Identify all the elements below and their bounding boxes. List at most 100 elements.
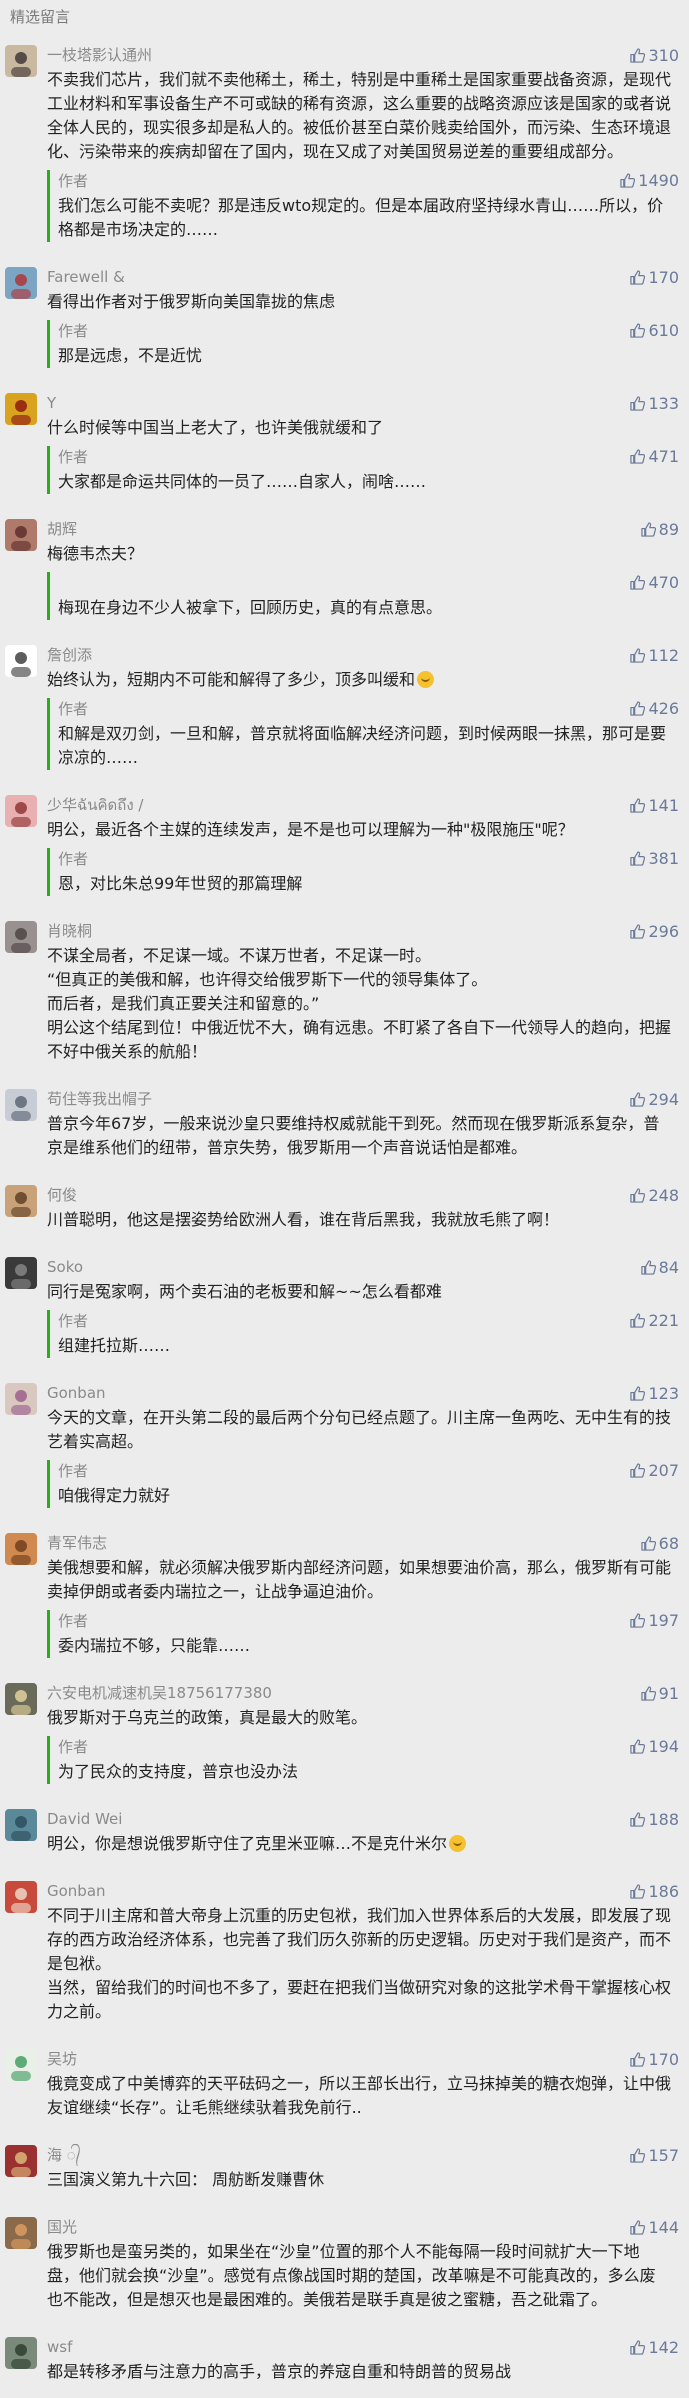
avatar[interactable]	[5, 1383, 37, 1415]
reply-like-button[interactable]: 470	[630, 572, 679, 594]
reply-like-button[interactable]: 221	[630, 1310, 679, 1332]
commenter-name[interactable]: Gonban	[47, 1880, 671, 1902]
thumbs-up-icon[interactable]	[640, 1685, 656, 1707]
thumbs-up-icon[interactable]	[630, 700, 646, 722]
commenter-name[interactable]: 胡辉	[47, 518, 671, 540]
like-button[interactable]: 133	[630, 393, 679, 415]
thumbs-up-icon[interactable]	[630, 1462, 646, 1484]
thumbs-up-icon[interactable]	[630, 1883, 646, 1905]
like-button[interactable]: 141	[630, 795, 679, 817]
commenter-name[interactable]: Farewell &	[47, 266, 671, 288]
thumbs-up-icon[interactable]	[640, 1535, 656, 1557]
thumbs-up-icon[interactable]	[630, 647, 646, 669]
like-button[interactable]: 144	[630, 2217, 679, 2239]
like-button[interactable]: 91	[640, 1683, 679, 1707]
like-button[interactable]: 310	[630, 45, 679, 67]
text-body: 始终认为，短期内不可能和解得了多少，顶多叫缓和	[47, 670, 416, 689]
like-button[interactable]: 84	[640, 1257, 679, 1281]
like-button[interactable]: 112	[630, 645, 679, 667]
thumbs-up-icon[interactable]	[630, 574, 646, 596]
avatar[interactable]	[5, 2049, 37, 2081]
comment-text: 三国演义第九十六回： 周舫断发赚曹休	[47, 2168, 671, 2192]
thumbs-up-icon[interactable]	[630, 1811, 646, 1833]
like-button[interactable]: 186	[630, 1881, 679, 1903]
commenter-name[interactable]: 肖晓桐	[47, 920, 671, 942]
thumbs-up-icon[interactable]	[630, 2051, 646, 2073]
like-button[interactable]: 188	[630, 1809, 679, 1831]
avatar[interactable]	[5, 1185, 37, 1217]
avatar[interactable]	[5, 2145, 37, 2177]
avatar[interactable]	[5, 1881, 37, 1913]
avatar[interactable]	[5, 1683, 37, 1715]
thumbs-up-icon[interactable]	[630, 2339, 646, 2361]
like-count: 248	[648, 1186, 679, 1205]
thumbs-up-icon[interactable]	[630, 1187, 646, 1209]
thumbs-up-icon[interactable]	[640, 521, 656, 543]
avatar[interactable]	[5, 45, 37, 77]
reply-like-button[interactable]: 194	[630, 1736, 679, 1758]
like-button[interactable]: 296	[630, 921, 679, 943]
commenter-name[interactable]: Gonban	[47, 1382, 671, 1404]
reply-like-button[interactable]: 197	[630, 1610, 679, 1632]
commenter-name[interactable]: wsf	[47, 2336, 671, 2358]
thumbs-up-icon[interactable]	[630, 1312, 646, 1334]
commenter-name[interactable]: 吴坊	[47, 2048, 671, 2070]
commenter-name[interactable]: 一枝塔影认通州	[47, 44, 671, 66]
thumbs-up-icon[interactable]	[630, 1385, 646, 1407]
thumbs-up-icon[interactable]	[630, 797, 646, 819]
thumbs-up-icon[interactable]	[620, 172, 636, 194]
commenter-name[interactable]: 青军伟志	[47, 1532, 671, 1554]
commenter-name[interactable]: 苟住等我出帽子	[47, 1088, 671, 1110]
commenter-name[interactable]: Y	[47, 392, 671, 414]
avatar[interactable]	[5, 2217, 37, 2249]
commenter-name[interactable]: 少华ฉันคิดถึง /	[47, 794, 671, 816]
like-button[interactable]: 170	[630, 2049, 679, 2071]
thumbs-up-icon[interactable]	[630, 1738, 646, 1760]
like-button[interactable]: 294	[630, 1089, 679, 1111]
thumbs-up-icon[interactable]	[630, 322, 646, 344]
avatar[interactable]	[5, 1809, 37, 1841]
avatar[interactable]	[5, 645, 37, 677]
avatar[interactable]	[5, 795, 37, 827]
thumbs-up-icon[interactable]	[630, 395, 646, 417]
thumbs-up-icon[interactable]	[630, 47, 646, 69]
avatar[interactable]	[5, 1257, 37, 1289]
commenter-name[interactable]: David Wei	[47, 1808, 671, 1830]
like-button[interactable]: 142	[630, 2337, 679, 2359]
avatar[interactable]	[5, 393, 37, 425]
avatar[interactable]	[5, 1089, 37, 1121]
commenter-name[interactable]: 海 ᭄	[47, 2144, 671, 2166]
commenter-name[interactable]: 何俊	[47, 1184, 671, 1206]
thumbs-up-icon[interactable]	[630, 448, 646, 470]
avatar[interactable]	[5, 519, 37, 551]
avatar[interactable]	[5, 267, 37, 299]
reply-like-button[interactable]: 1490	[620, 170, 679, 192]
thumbs-up-icon[interactable]	[630, 2147, 646, 2169]
thumbs-up-icon[interactable]	[630, 923, 646, 945]
like-button[interactable]: 89	[640, 519, 679, 543]
thumbs-up-icon[interactable]	[640, 1259, 656, 1281]
thumbs-up-icon[interactable]	[630, 1612, 646, 1634]
like-button[interactable]: 68	[640, 1533, 679, 1557]
commenter-name[interactable]: 六安电机减速机吴18756177380	[47, 1682, 671, 1704]
commenter-name[interactable]: 詹创添	[47, 644, 671, 666]
reply-like-button[interactable]: 381	[630, 848, 679, 870]
like-button[interactable]: 248	[630, 1185, 679, 1207]
reply-like-button[interactable]: 426	[630, 698, 679, 720]
like-button[interactable]: 170	[630, 267, 679, 289]
thumbs-up-icon[interactable]	[630, 850, 646, 872]
avatar[interactable]	[5, 2337, 37, 2369]
thumbs-up-icon[interactable]	[630, 1091, 646, 1113]
reply-like-button[interactable]: 471	[630, 446, 679, 468]
like-button[interactable]: 123	[630, 1383, 679, 1405]
avatar[interactable]	[5, 1533, 37, 1565]
avatar[interactable]	[5, 921, 37, 953]
text-line: 当然，留给我们的时间也不多了，要赶在把我们当做研究对象的这批学术骨干掌握核心权力…	[47, 1978, 672, 2021]
commenter-name[interactable]: 国光	[47, 2216, 671, 2238]
like-button[interactable]: 157	[630, 2145, 679, 2167]
thumbs-up-icon[interactable]	[630, 2219, 646, 2241]
commenter-name[interactable]: Soko	[47, 1256, 671, 1278]
reply-like-button[interactable]: 610	[630, 320, 679, 342]
thumbs-up-icon[interactable]	[630, 269, 646, 291]
reply-like-button[interactable]: 207	[630, 1460, 679, 1482]
